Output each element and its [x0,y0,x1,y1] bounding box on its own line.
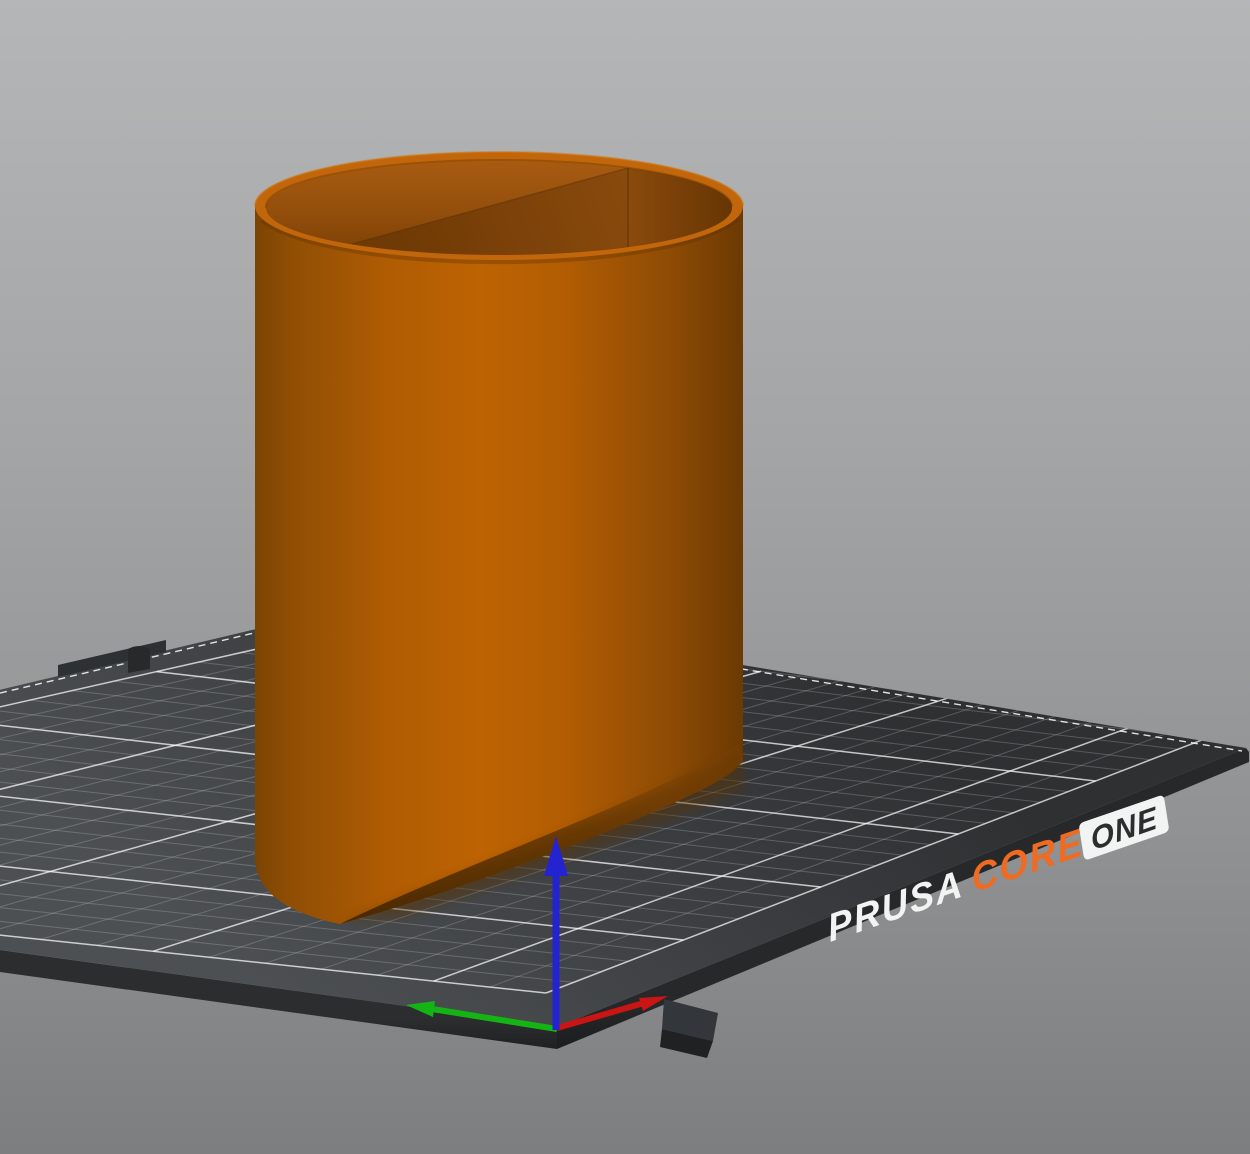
slicer-3d-viewport[interactable]: PRUSA CORE ONE [0,0,1250,1154]
scene-canvas[interactable]: PRUSA CORE ONE [0,0,1250,1154]
model-cylinder[interactable] [254,151,744,924]
